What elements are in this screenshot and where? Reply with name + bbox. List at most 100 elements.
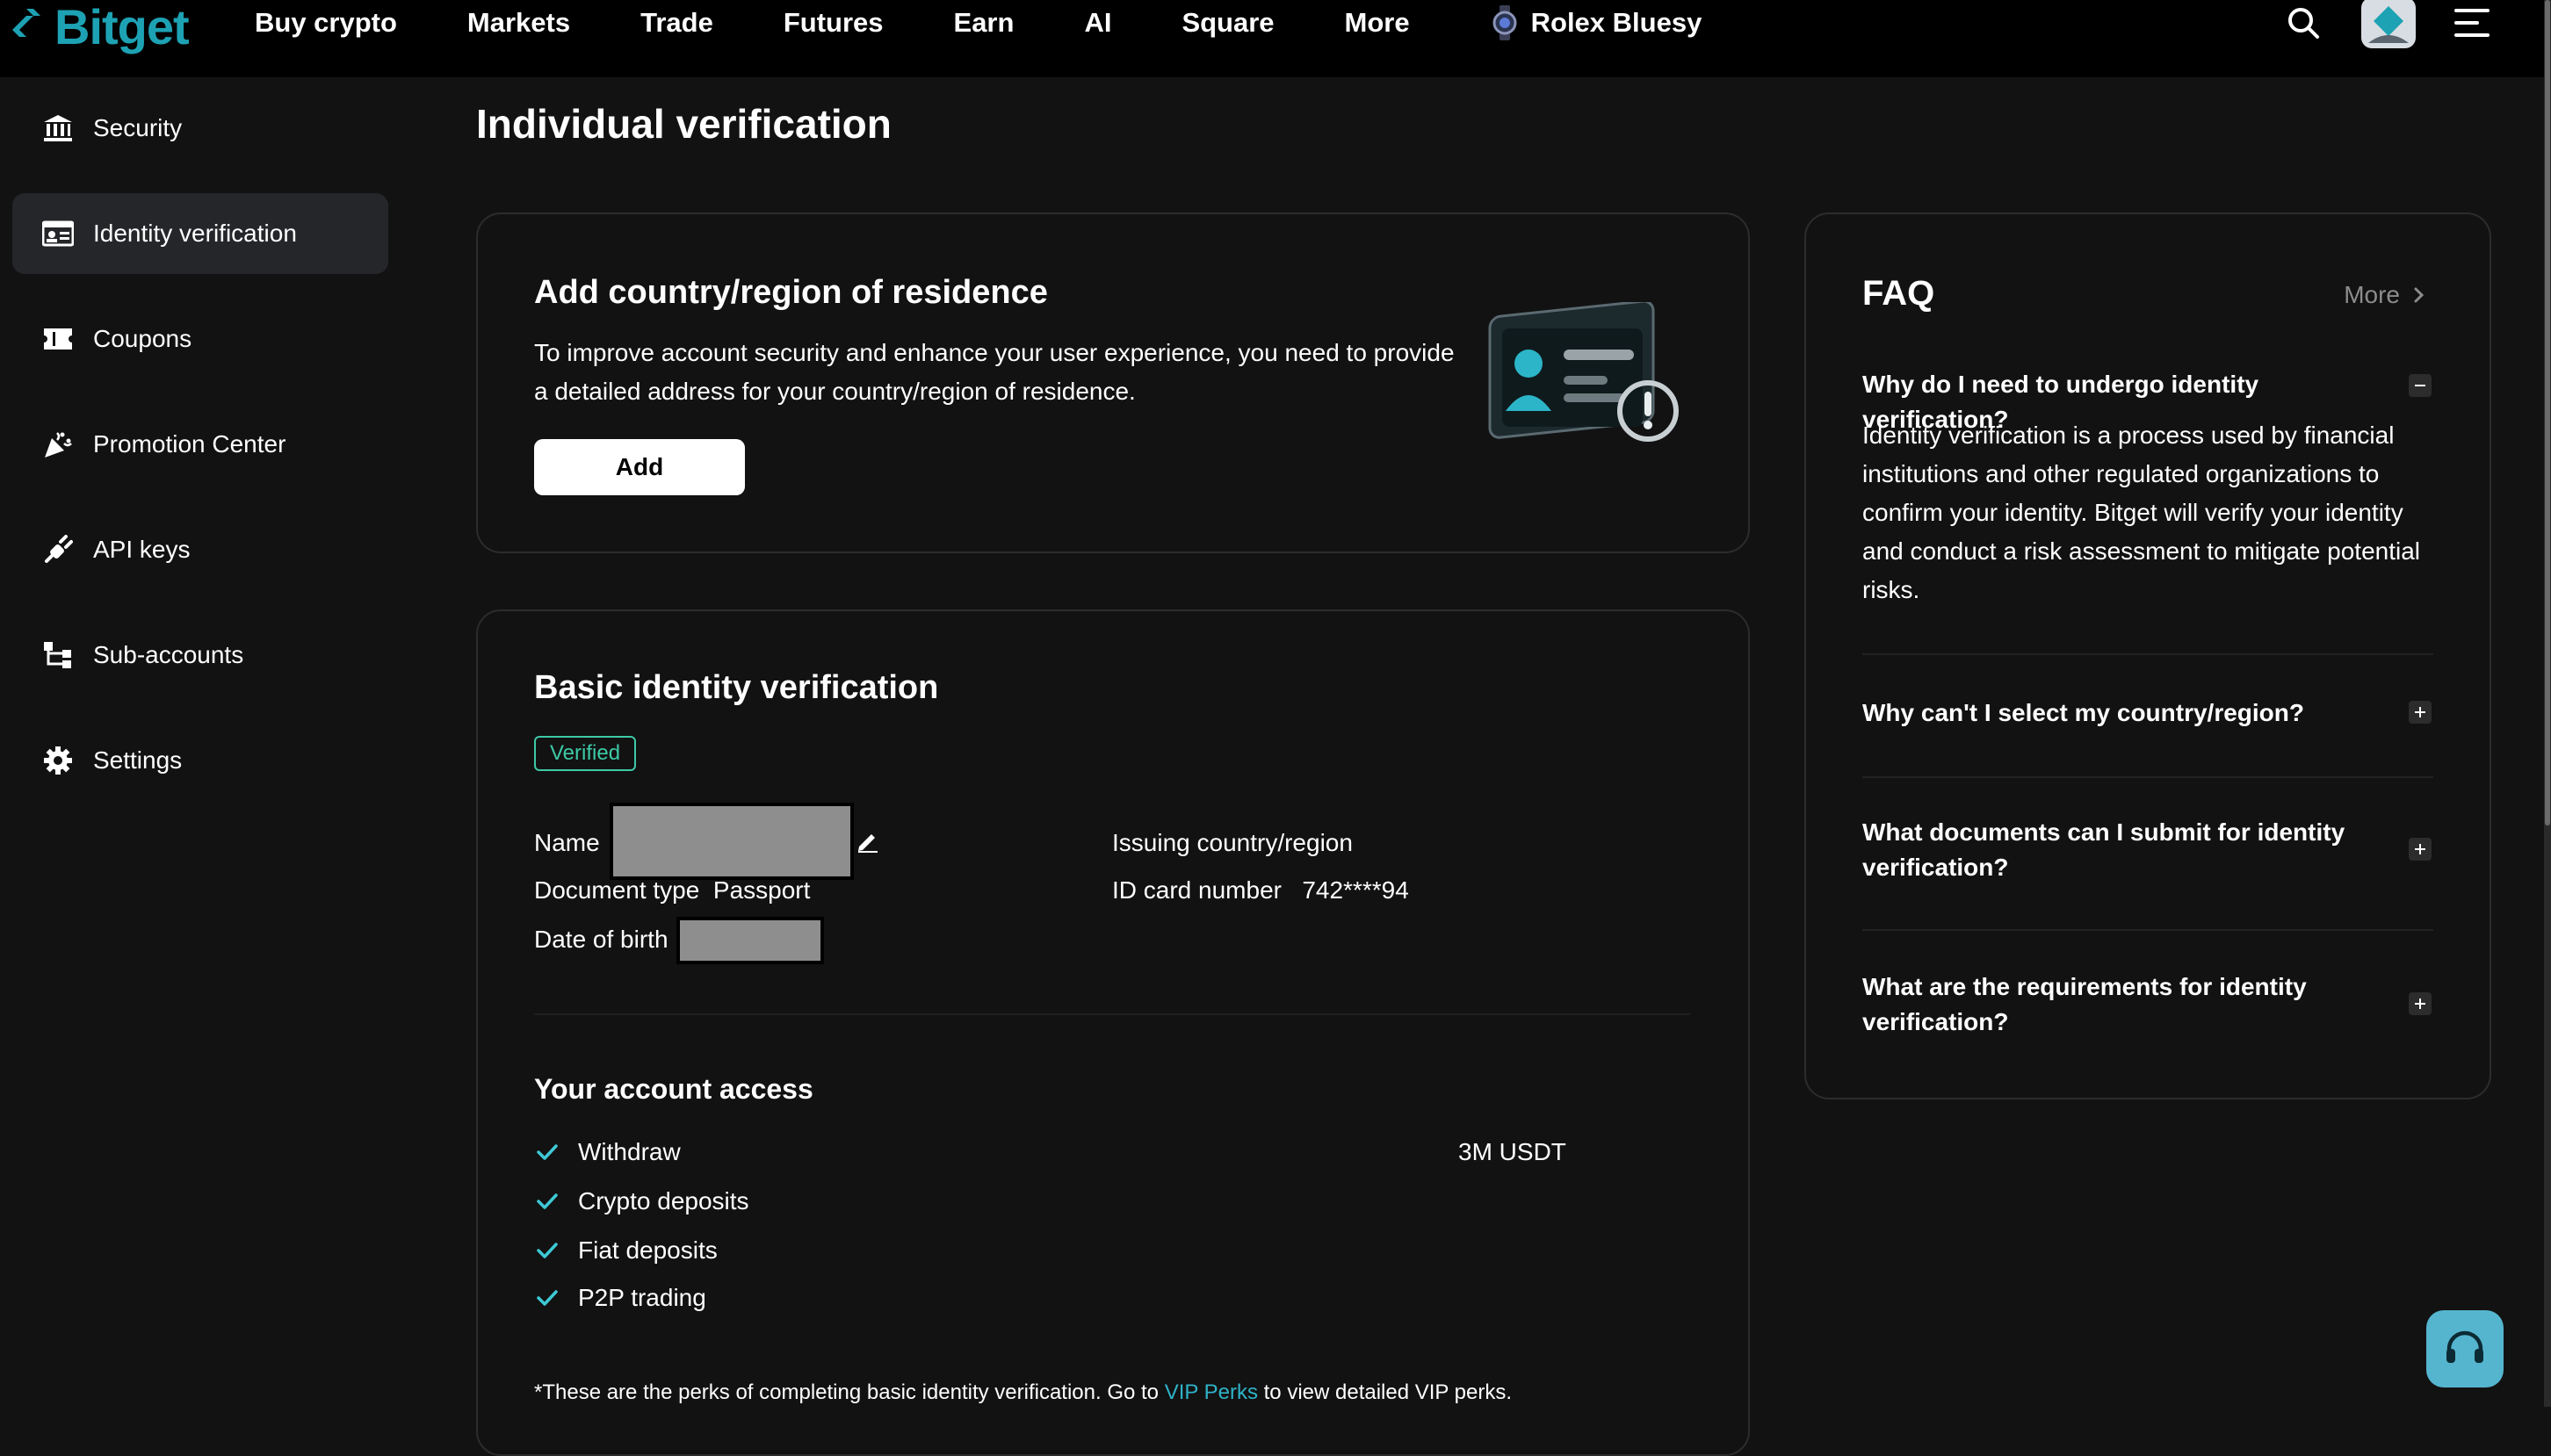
bank-icon [40, 111, 76, 146]
avatar[interactable] [2361, 0, 2416, 48]
residence-title: Add country/region of residence [534, 274, 1048, 311]
residence-description: To improve account security and enhance … [534, 334, 1483, 411]
name-redacted-value [610, 803, 854, 880]
perks-note-prefix: *These are the perks of completing basic… [534, 1380, 1165, 1404]
faq-more-link[interactable]: More [2344, 281, 2428, 309]
residence-description-line-2: a detailed address for your country/regi… [534, 378, 1136, 405]
sidebar-item-label: Security [93, 114, 183, 141]
search-button[interactable] [2286, 5, 2321, 40]
ticket-icon [40, 321, 76, 357]
access-item-label: Fiat deposits [578, 1236, 718, 1264]
menu-button[interactable] [2454, 7, 2490, 39]
bitget-logo[interactable]: Bitget [7, 0, 190, 54]
avatar-diamond-icon [2368, 6, 2409, 43]
support-chat-button[interactable] [2426, 1310, 2504, 1388]
account-access-title: Your account access [534, 1073, 813, 1105]
plus-icon [2415, 844, 2425, 854]
faq-expand-button[interactable] [2409, 701, 2432, 724]
issuing-country-label: Issuing country/region [1112, 829, 1353, 856]
nav-promo-rolex[interactable]: Rolex Bluesy [1491, 5, 1702, 40]
perks-note: *These are the perks of completing basic… [534, 1380, 1512, 1405]
minus-icon [2415, 385, 2425, 386]
headset-icon [2446, 1330, 2483, 1363]
faq-question-2[interactable]: Why can't I select my country/region? [1862, 696, 2372, 731]
brand-name: Bitget [54, 0, 190, 54]
top-navigation: Bitget Buy crypto Markets Trade Futures … [0, 0, 2551, 77]
faq-question-3[interactable]: What documents can I submit for identity… [1862, 815, 2372, 885]
watch-icon [1492, 5, 1517, 40]
nav-right-actions [2286, 0, 2490, 48]
perks-note-suffix: to view detailed VIP perks. [1257, 1380, 1513, 1404]
chevron-right-icon [2414, 287, 2425, 303]
withdraw-limit: 3M USDT [1458, 1138, 1566, 1165]
faq-title: FAQ [1862, 274, 1935, 313]
main-menu: Buy crypto Markets Trade Futures Earn AI… [255, 0, 1702, 46]
id-number-row: ID card number 742****94 [1112, 876, 1409, 905]
id-card-illustration-icon [1488, 302, 1679, 442]
check-icon [537, 1144, 558, 1160]
id-number-label: ID card number [1112, 876, 1282, 904]
check-icon [537, 1290, 558, 1306]
access-item-label: Crypto deposits [578, 1187, 749, 1215]
page-scrollbar-thumb[interactable] [2545, 0, 2550, 825]
plus-icon [2415, 707, 2425, 717]
add-residence-button[interactable]: Add [534, 439, 745, 495]
sidebar-item-label: Sub-accounts [93, 641, 244, 668]
hamburger-menu-icon [2454, 9, 2490, 37]
faq-divider [1862, 776, 2433, 778]
residence-card: Add country/region of residence To impro… [476, 213, 1750, 553]
faq-divider [1862, 653, 2433, 655]
sidebar-item-sub-accounts[interactable]: Sub-accounts [12, 615, 388, 696]
nav-futures[interactable]: Futures [784, 7, 884, 39]
access-item-label: P2P trading [578, 1284, 706, 1311]
nav-markets[interactable]: Markets [467, 7, 570, 39]
nav-buy-crypto[interactable]: Buy crypto [255, 7, 397, 39]
basic-verification-card: Basic identity verification Verified Nam… [476, 609, 1750, 1456]
page-scrollbar[interactable] [2544, 0, 2551, 1407]
faq-expand-button[interactable] [2409, 992, 2432, 1015]
hierarchy-icon [40, 638, 76, 673]
faq-more-label: More [2344, 281, 2400, 308]
check-icon [537, 1243, 558, 1258]
sidebar-item-promotion-center[interactable]: Promotion Center [12, 404, 388, 485]
nav-promo-label: Rolex Bluesy [1530, 7, 1702, 38]
sidebar-item-identity-verification[interactable]: Identity verification [12, 193, 388, 274]
sidebar-item-label: Coupons [93, 325, 192, 352]
nav-more[interactable]: More [1345, 7, 1410, 39]
faq-question-4[interactable]: What are the requirements for identity v… [1862, 969, 2372, 1040]
access-item-label: Withdraw [578, 1138, 681, 1165]
document-type-value: Passport [712, 876, 811, 904]
vip-perks-link[interactable]: VIP Perks [1165, 1380, 1258, 1404]
faq-panel: FAQ More Why do I need to undergo identi… [1804, 213, 2491, 1099]
faq-expand-button[interactable] [2409, 838, 2432, 861]
faq-collapse-button[interactable] [2409, 374, 2432, 397]
faq-answer-1: Identity verification is a process used … [1862, 422, 2421, 603]
sidebar-item-security[interactable]: Security [12, 88, 388, 169]
sidebar-item-settings[interactable]: Settings [12, 720, 388, 801]
party-popper-icon [40, 427, 76, 462]
sidebar-item-label: API keys [93, 536, 191, 563]
residence-description-line-1: To improve account security and enhance … [534, 339, 1455, 366]
document-type-label: Document type [534, 876, 700, 904]
sidebar-item-label: Promotion Center [93, 430, 286, 458]
plus-icon [2415, 998, 2425, 1009]
edit-pencil-icon[interactable] [856, 829, 880, 854]
sidebar-item-coupons[interactable]: Coupons [12, 299, 388, 379]
plug-icon [40, 532, 76, 567]
nav-square[interactable]: Square [1182, 7, 1274, 39]
access-item-p2p-trading: P2P trading [534, 1284, 706, 1312]
sidebar-item-api-keys[interactable]: API keys [12, 509, 388, 590]
access-item-fiat-deposits: Fiat deposits [534, 1236, 718, 1265]
search-icon [2288, 8, 2319, 39]
nav-ai[interactable]: AI [1084, 7, 1111, 39]
verified-badge: Verified [534, 736, 637, 771]
id-number-value: 742****94 [1302, 876, 1409, 904]
gear-icon [40, 743, 76, 778]
name-label: Name [534, 829, 600, 856]
document-type-row: Document type Passport [534, 876, 810, 905]
nav-trade[interactable]: Trade [640, 7, 713, 39]
nav-earn[interactable]: Earn [954, 7, 1015, 39]
dob-label: Date of birth [534, 926, 668, 953]
section-divider [534, 1013, 1690, 1015]
access-item-withdraw: Withdraw [534, 1138, 681, 1166]
